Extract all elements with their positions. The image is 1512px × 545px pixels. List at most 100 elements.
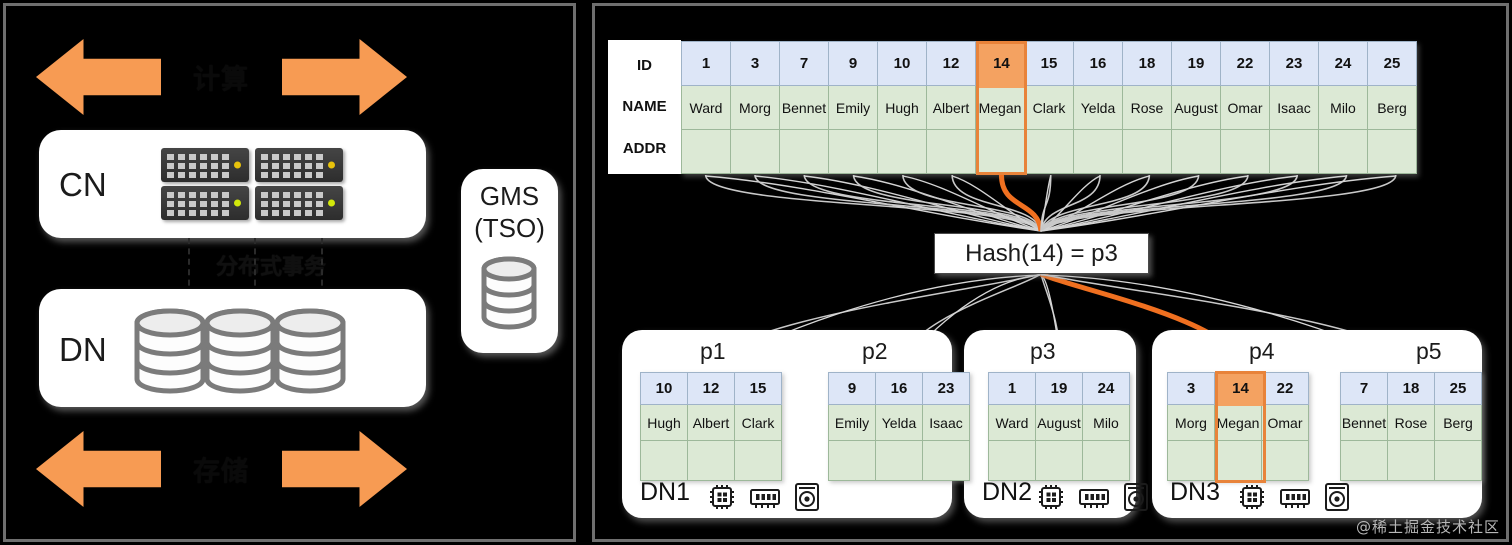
partition-cell-id: 16 (875, 372, 923, 405)
partition-cell-id: 22 (1261, 372, 1309, 405)
table-cell-name: Bennet (779, 85, 829, 130)
partition-title: p2 (862, 338, 888, 364)
gms-subtitle: (TSO) (474, 213, 545, 243)
table-row-id: 1 3 7 9 10 12 14 15 16 18 19 22 23 24 25 (681, 41, 1417, 86)
table-cell-id: 16 (1073, 41, 1123, 86)
gms-title: GMS (479, 181, 540, 211)
table-cell-id: 7 (779, 41, 829, 86)
table-cell-id: 15 (1024, 41, 1074, 86)
table-cell-id: 10 (877, 41, 927, 86)
table-cell-id: 22 (1220, 41, 1270, 86)
arrow-right-icon-top (282, 39, 407, 115)
partition-cell-addr (687, 440, 735, 481)
partition-cell-name: August (1035, 404, 1083, 441)
table-cell-name: Emily (828, 85, 878, 130)
table-cell-id: 1 (681, 41, 731, 86)
table-cell-name: Hugh (877, 85, 927, 130)
partition-cell-addr (1167, 440, 1215, 481)
diagram-root: 计算 CN 分布式事务 DN 存储 GMS (TSO) ID NAME ADDR… (0, 0, 1512, 545)
hash-function-box: Hash(14) = p3 (934, 233, 1149, 274)
watermark-text: @稀土掘金技术社区 (1355, 518, 1500, 536)
table-cell-id: 24 (1318, 41, 1368, 86)
table-cell-addr (926, 129, 976, 174)
partition-title: p3 (1030, 338, 1056, 364)
partition-cell-addr (922, 440, 970, 481)
left-panel-architecture: 计算 CN 分布式事务 DN 存储 GMS (TSO) (3, 3, 576, 542)
partition-cell-addr (1340, 440, 1388, 481)
server-blade-icon (255, 186, 343, 220)
row-label-id: ID (637, 57, 652, 75)
table-cell-id: 9 (828, 41, 878, 86)
row-label-addr: ADDR (622, 139, 667, 157)
table-cell-name: Yelda (1073, 85, 1123, 130)
connector-dash (321, 238, 323, 296)
connector-dash (254, 238, 256, 296)
partition-cell-name: Yelda (875, 404, 923, 441)
table-cell-name: Ward (681, 85, 731, 130)
hardware-icons (1238, 482, 1350, 512)
partition-table: 1 19 24 Ward August Milo (988, 372, 1130, 481)
partition-cell-addr (875, 440, 923, 481)
partition-cell-id: 18 (1387, 372, 1435, 405)
table-row-labels: ID NAME ADDR (608, 40, 681, 174)
partition-table: 9 16 23 Emily Yelda Isaac (828, 372, 970, 481)
partition-title: p4 (1249, 338, 1275, 364)
table-row-name: Ward Morg Bennet Emily Hugh Albert Megan Clark Y… (681, 85, 1417, 130)
partition-cell-addr (1261, 440, 1309, 481)
partition-cell-name: Megan (1214, 404, 1262, 441)
table-cell-addr (1220, 129, 1270, 174)
partition-cell-id: 3 (1167, 372, 1215, 405)
table-cell-addr (877, 129, 927, 174)
row-label-name: NAME (622, 98, 667, 116)
top-arrows-label: 计算 (193, 64, 249, 95)
highlighted-partition-id: 14 (1232, 379, 1249, 397)
highlighted-id-value: 14 (993, 54, 1010, 72)
partition-cell-id: 23 (922, 372, 970, 405)
table-cell-name: Berg (1367, 85, 1417, 130)
arrow-right-icon-bottom (282, 431, 407, 507)
table-cell-id: 12 (926, 41, 976, 86)
table-cell-addr (1024, 129, 1074, 174)
dn-label: DN (59, 331, 107, 368)
table-cell-addr (975, 129, 1025, 174)
partition-cell-addr (734, 440, 782, 481)
server-blade-icon (161, 186, 249, 220)
table-cell-id: 3 (730, 41, 780, 86)
table-cell-name: Milo (1318, 85, 1368, 130)
dn-node-name: DN1 (640, 478, 691, 506)
distributed-transaction-label: 分布式事务 (215, 254, 326, 279)
table-cell-name: Omar (1220, 85, 1270, 130)
table-cell-name: Megan (975, 85, 1025, 130)
partition-cell-id: 12 (687, 372, 735, 405)
dn-node-name: DN2 (982, 478, 1033, 506)
main-data-table: 1 3 7 9 10 12 14 15 16 18 19 22 23 24 25 Ward Morg Benne… (681, 41, 1417, 174)
table-cell-id: 25 (1367, 41, 1417, 86)
table-cell-id: 23 (1269, 41, 1319, 86)
hardware-icons (1037, 482, 1149, 512)
partition-cell-addr (988, 440, 1036, 481)
top-arrow-row: 计算 (6, 39, 573, 115)
partition-cell-name: Berg (1434, 404, 1482, 441)
table-cell-addr (1269, 129, 1319, 174)
table-cell-name: Rose (1122, 85, 1172, 130)
partition-cell-addr (640, 440, 688, 481)
disk-icon (1124, 483, 1148, 511)
server-blade-icon (255, 148, 343, 182)
table-cell-id: 18 (1122, 41, 1172, 86)
table-row-addr (681, 129, 1417, 174)
partition-cell-id: 10 (640, 372, 688, 405)
partition-table: 10 12 15 Hugh Albert Clark (640, 372, 782, 481)
partition-cell-id: 24 (1082, 372, 1130, 405)
partition-cell-name: Clark (734, 404, 782, 441)
partition-cell-addr (1387, 440, 1435, 481)
ram-icon (1280, 489, 1310, 508)
table-cell-addr (1367, 129, 1417, 174)
table-cell-addr (1073, 129, 1123, 174)
partition-cell-name: Omar (1261, 404, 1309, 441)
table-cell-addr (1171, 129, 1221, 174)
partition-cell-name: Morg (1167, 404, 1215, 441)
partition-cell-id: 1 (988, 372, 1036, 405)
connector-dash (188, 238, 190, 296)
hash-function-text: Hash(14) = p3 (965, 239, 1118, 267)
dn-node-name: DN3 (1170, 478, 1221, 506)
